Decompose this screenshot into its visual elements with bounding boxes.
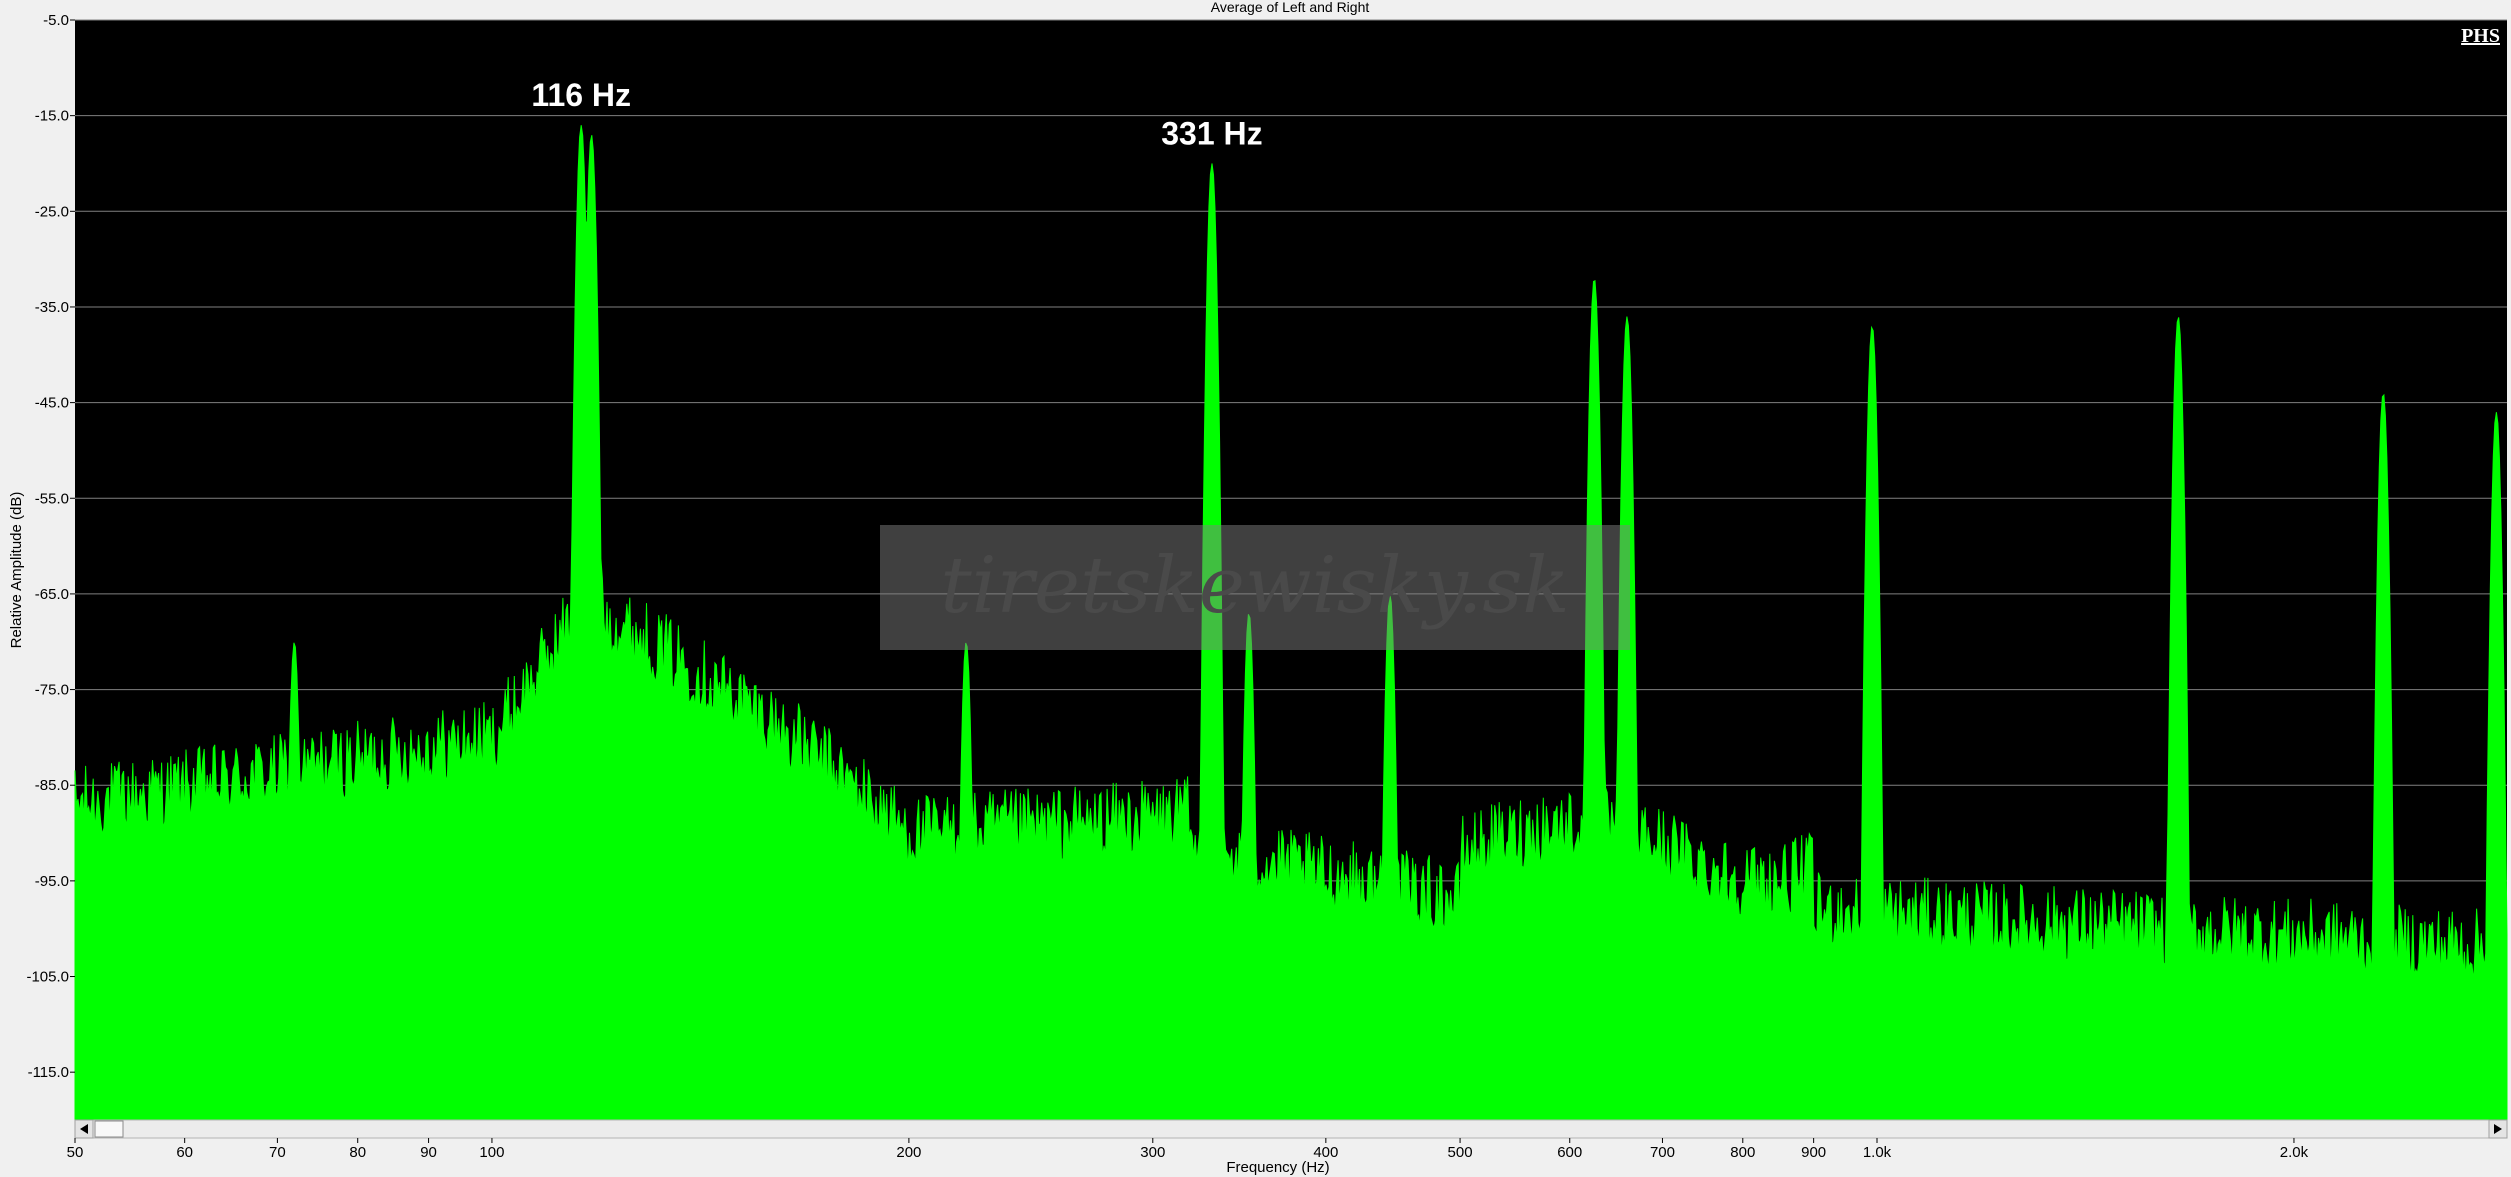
y-tick-label: -65.0 — [35, 586, 69, 603]
x-axis-label: Frequency (Hz) — [1226, 1159, 1329, 1176]
chart-title: Average of Left and Right — [1211, 0, 1370, 15]
y-tick-label: -105.0 — [26, 969, 69, 986]
x-tick-label: 50 — [67, 1144, 84, 1161]
y-tick-label: -15.0 — [35, 108, 69, 125]
y-tick-label: -115.0 — [28, 1064, 69, 1081]
x-tick-label: 60 — [176, 1144, 193, 1161]
x-tick-label: 900 — [1801, 1144, 1826, 1161]
x-tick-label: 2.0k — [2280, 1144, 2309, 1161]
phs-logo: PHS — [2461, 25, 2500, 47]
y-tick-label: -75.0 — [35, 682, 69, 699]
scrollbar-track[interactable] — [74, 1119, 2508, 1139]
horizontal-scrollbar[interactable] — [74, 1119, 2508, 1139]
x-tick-label: 700 — [1650, 1144, 1675, 1161]
y-tick-label: -55.0 — [35, 490, 69, 507]
x-tick-label: 300 — [1140, 1144, 1165, 1161]
x-tick-label: 70 — [269, 1144, 286, 1161]
y-tick-label: -85.0 — [35, 777, 69, 794]
x-tick-label: 500 — [1448, 1144, 1473, 1161]
spectrum-chart: Average of Left and Right tiretskewisky.… — [8, 0, 2508, 1176]
y-tick-label: -25.0 — [35, 203, 69, 220]
x-axis: 50 60 70 80 90 100 200 300 400 500 600 700 800 900 1.0… — [67, 1138, 2309, 1161]
x-tick-label: 1.0k — [1863, 1144, 1892, 1161]
y-tick-label: -5.0 — [43, 12, 69, 29]
y-tick-label: -35.0 — [35, 299, 69, 316]
x-tick-label: 200 — [896, 1144, 921, 1161]
peak-annotation: 116 Hz — [531, 77, 631, 113]
scrollbar-thumb[interactable] — [94, 1120, 124, 1138]
x-tick-label: 800 — [1730, 1144, 1755, 1161]
y-tick-label: -95.0 — [35, 873, 69, 890]
y-axis: -5.0 -15.0 -25.0 -35.0 -45.0 -55.0 -65.0 -75.0 -… — [26, 12, 75, 1081]
x-tick-label: 600 — [1557, 1144, 1582, 1161]
x-tick-label: 80 — [349, 1144, 366, 1161]
y-tick-label: -45.0 — [35, 395, 69, 412]
y-axis-label: Relative Amplitude (dB) — [8, 492, 25, 649]
x-tick-label: 100 — [479, 1144, 504, 1161]
watermark: tiretskewisky.sk — [880, 525, 1630, 650]
x-tick-label: 90 — [420, 1144, 437, 1161]
peak-annotation: 331 Hz — [1161, 115, 1262, 151]
watermark-text: tiretskewisky.sk — [940, 541, 1569, 631]
